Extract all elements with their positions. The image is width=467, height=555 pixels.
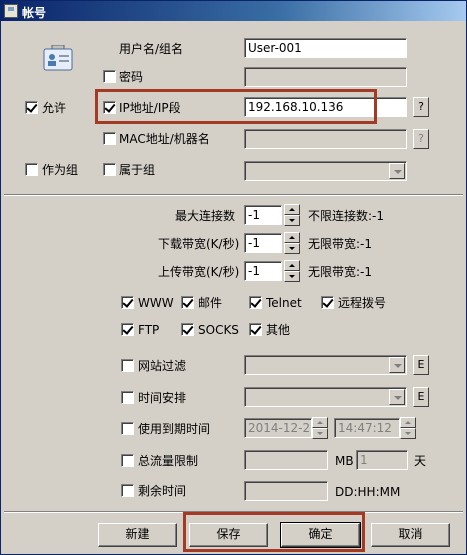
chevron-down-icon[interactable] <box>389 389 405 405</box>
service-ftp-checkbox[interactable] <box>121 323 134 336</box>
service-ftp-label: FTP <box>138 323 160 337</box>
traffic-limit-label: 总流量限制 <box>138 454 199 468</box>
chevron-down-icon[interactable] <box>389 163 405 179</box>
allow-label: 允许 <box>42 101 67 115</box>
upload-bandwidth-input[interactable]: -1 <box>244 261 282 281</box>
group-select[interactable] <box>244 161 407 181</box>
web-filter-edit-button[interactable]: E <box>413 355 429 375</box>
chevron-down-icon[interactable] <box>389 357 405 373</box>
max-connections-spinner[interactable] <box>284 204 300 226</box>
expiry-time-spinner[interactable] <box>400 417 416 439</box>
max-connections-input[interactable]: -1 <box>244 205 282 225</box>
remaining-time-checkbox[interactable] <box>121 484 134 497</box>
service-telnet-label: Telnet <box>266 296 302 310</box>
service-mail-label: 邮件 <box>198 296 223 310</box>
mac-help-button[interactable]: ? <box>413 129 429 149</box>
schedule-checkbox[interactable] <box>121 391 134 404</box>
traffic-unit-label: MB <box>335 454 354 468</box>
account-dialog: 帐号 用户名/组名 User-001 密码 允许 IP地址/IP段 192.16… <box>0 0 467 555</box>
remaining-time-input[interactable] <box>244 481 328 501</box>
window-icon <box>4 4 18 18</box>
upload-bandwidth-spinner[interactable] <box>284 260 300 282</box>
traffic-days-input[interactable]: 1 <box>356 450 408 470</box>
service-dialup-label: 远程拨号 <box>338 296 387 310</box>
download-bandwidth-hint: 无限带宽:-1 <box>308 237 373 251</box>
expiry-date-spinner[interactable] <box>312 417 328 439</box>
service-socks-checkbox[interactable] <box>181 323 194 336</box>
service-dialup-checkbox[interactable] <box>321 296 334 309</box>
mac-label: MAC地址/机器名 <box>119 132 210 146</box>
schedule-edit-button[interactable]: E <box>413 387 429 407</box>
max-connections-label: 最大连接数 <box>175 209 236 223</box>
expiry-label: 使用到期时间 <box>138 422 211 436</box>
expiry-checkbox[interactable] <box>121 422 134 435</box>
password-checkbox[interactable] <box>103 70 116 83</box>
service-mail-checkbox[interactable] <box>181 296 194 309</box>
max-connections-hint: 不限连接数:-1 <box>308 209 385 223</box>
cancel-button[interactable]: 取消 <box>371 523 450 547</box>
traffic-limit-checkbox[interactable] <box>121 454 134 467</box>
username-label: 用户名/组名 <box>119 42 184 56</box>
title-bar[interactable]: 帐号 <box>1 1 466 21</box>
download-bandwidth-input[interactable]: -1 <box>244 233 282 253</box>
schedule-select[interactable] <box>244 387 407 407</box>
password-input[interactable] <box>244 67 407 87</box>
upload-bandwidth-label: 上传带宽(K/秒) <box>158 265 240 279</box>
highlight-box <box>95 89 377 124</box>
remaining-time-format: DD:HH:MM <box>335 485 401 499</box>
expiry-date-input[interactable]: 2014-12-28 <box>244 418 312 438</box>
upload-bandwidth-hint: 无限带宽:-1 <box>308 265 373 279</box>
download-bandwidth-label: 下载带宽(K/秒) <box>158 237 240 251</box>
service-www-checkbox[interactable] <box>121 296 134 309</box>
service-www-label: WWW <box>138 296 174 310</box>
mac-checkbox[interactable] <box>103 132 116 145</box>
service-telnet-checkbox[interactable] <box>249 296 262 309</box>
password-label: 密码 <box>119 70 144 84</box>
remaining-time-label: 剩余时间 <box>138 484 187 498</box>
service-socks-label: SOCKS <box>198 323 239 337</box>
schedule-label: 时间安排 <box>138 391 187 405</box>
traffic-limit-input[interactable] <box>244 450 328 470</box>
as-group-label: 作为组 <box>42 163 79 177</box>
traffic-days-unit: 天 <box>414 454 427 468</box>
window-title: 帐号 <box>22 6 47 20</box>
ip-help-button[interactable]: ? <box>413 97 429 117</box>
belongs-group-checkbox[interactable] <box>103 163 116 176</box>
web-filter-label: 网站过滤 <box>138 359 187 373</box>
belongs-group-label: 属于组 <box>119 163 156 177</box>
highlight-box <box>183 512 365 552</box>
username-input[interactable]: User-001 <box>244 38 407 58</box>
mac-input[interactable] <box>244 129 407 149</box>
web-filter-select[interactable] <box>244 355 407 375</box>
allow-checkbox[interactable] <box>25 101 38 114</box>
as-group-checkbox[interactable] <box>25 163 38 176</box>
service-other-checkbox[interactable] <box>249 323 262 336</box>
download-bandwidth-spinner[interactable] <box>284 232 300 254</box>
new-button[interactable]: 新建 <box>98 523 177 547</box>
user-card-icon <box>43 44 73 71</box>
web-filter-checkbox[interactable] <box>121 359 134 372</box>
expiry-time-input[interactable]: 14:47:12 <box>334 418 400 438</box>
separator <box>4 194 463 196</box>
service-other-label: 其他 <box>266 323 291 337</box>
